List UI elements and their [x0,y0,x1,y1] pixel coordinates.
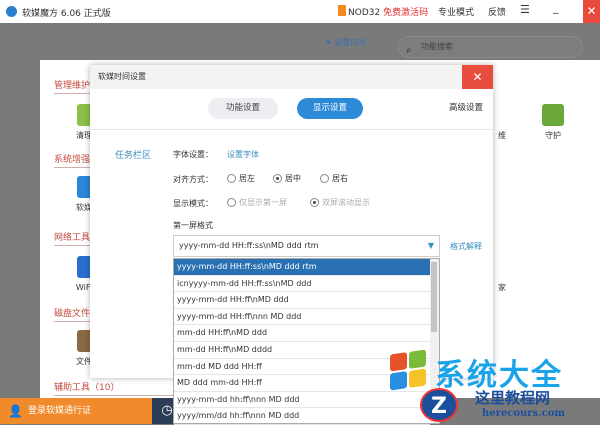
promo-text: 免费激活码 [383,8,429,18]
tab-function-settings[interactable]: 功能设置 [208,98,278,119]
radio-label: 居左 [239,174,255,183]
menu-icon[interactable]: ☰ [520,3,530,16]
title-bar: 软媒魔方 6.06 正式版 NOD32 免费激活码 专业模式 反馈 ☰ _ ✕ [0,0,600,23]
shield-icon [542,104,564,126]
list-item[interactable]: mm-dd HH:ff\nMD ddd [174,325,430,342]
list-item[interactable]: yyyy-mm-dd HH:ff:ss\nMD ddd rtm [174,259,430,276]
promo-link[interactable]: NOD32 免费激活码 [348,5,428,18]
first-format-label: 第一屏格式 [173,221,213,230]
search-placeholder: 功能搜索 [421,42,453,51]
mode-single-radio[interactable]: 仅显示第一屏 [227,197,287,208]
setup-guide-label: 设置向导 [334,38,367,47]
login-button[interactable]: 👤 登录软媒通行证 [0,398,152,424]
list-item[interactable]: yyyy-mm-dd HH:ff\nMD ddd [174,292,430,309]
chevron-down-icon: ▼ [427,241,434,250]
login-label: 登录软媒通行证 [28,406,92,416]
search-input[interactable]: ⌕ 功能搜索 [398,36,583,58]
format-help-link[interactable]: 格式解释 [450,241,482,252]
feedback-button[interactable]: 反馈 [488,5,506,18]
radio-label: 居右 [332,174,348,183]
clock-icon: ◷ [161,403,173,418]
tab-display-settings[interactable]: 显示设置 [297,98,363,119]
tool-label: 维 [498,131,506,140]
align-left-radio[interactable]: 居左 [227,173,255,184]
watermark-site-name: 这里教程网 [475,389,551,407]
watermark-logo-icon: Z [420,388,458,422]
font-label: 字体设置： [173,150,213,159]
dialog-close-button[interactable]: ✕ [462,65,493,89]
radio-circle [310,198,319,207]
pro-mode-button[interactable]: 专业模式 [438,5,474,18]
dialog-title: 软媒时间设置 [90,65,493,89]
mode-label: 显示模式： [173,199,213,208]
minimize-button[interactable]: _ [553,1,559,14]
tool-item[interactable]: 守护 [533,104,573,141]
watermark-url: herecours.com [482,408,566,419]
radio-circle [273,174,282,183]
close-button[interactable]: ✕ [583,0,600,23]
search-icon: ⌕ [406,45,412,56]
setup-guide-link[interactable]: ➤ 设置向导 [325,37,366,48]
mode-dual-radio[interactable]: 双屏滚动显示 [310,197,370,208]
app-logo-icon [6,6,17,17]
radio-circle [227,174,236,183]
divider [90,129,493,130]
radio-circle [227,198,236,207]
app-title: 软媒魔方 6.06 正式版 [22,9,111,19]
list-item[interactable]: yyyy-mm-dd HH:ff\nnn MD ddd [174,309,430,326]
align-right-radio[interactable]: 居右 [320,173,348,184]
format-value: yyyy-mm-dd HH:ff:ss\nMD ddd rtm [179,241,319,250]
scrollbar-thumb[interactable] [431,262,437,332]
format-select[interactable]: yyyy-mm-dd HH:ff:ss\nMD ddd rtm ▼ [173,235,440,257]
promo-brand: NOD32 [348,8,381,18]
tool-label: 守护 [545,131,561,140]
gift-icon [338,5,346,16]
section-title: 辅助工具（10） [54,380,174,396]
align-label: 对齐方式： [173,175,213,184]
align-center-radio[interactable]: 居中 [273,173,301,184]
user-icon: 👤 [8,404,23,418]
sidebar-item-taskbar[interactable]: 任务栏区 [115,148,151,161]
radio-label: 双屏滚动显示 [322,198,370,207]
windows-logo-icon [390,349,426,391]
set-font-link[interactable]: 设置字体 [227,149,259,160]
radio-label: 仅显示第一屏 [239,198,287,207]
tab-advanced-settings[interactable]: 高级设置 [446,98,486,119]
tool-label: 家 [498,283,506,292]
radio-label: 居中 [285,174,301,183]
list-item[interactable]: icnyyyy-mm-dd HH:ff:ss\nMD ddd [174,276,430,293]
radio-circle [320,174,329,183]
watermark: 系统大全 W Z 这里教程网 herecours.com [390,349,600,424]
